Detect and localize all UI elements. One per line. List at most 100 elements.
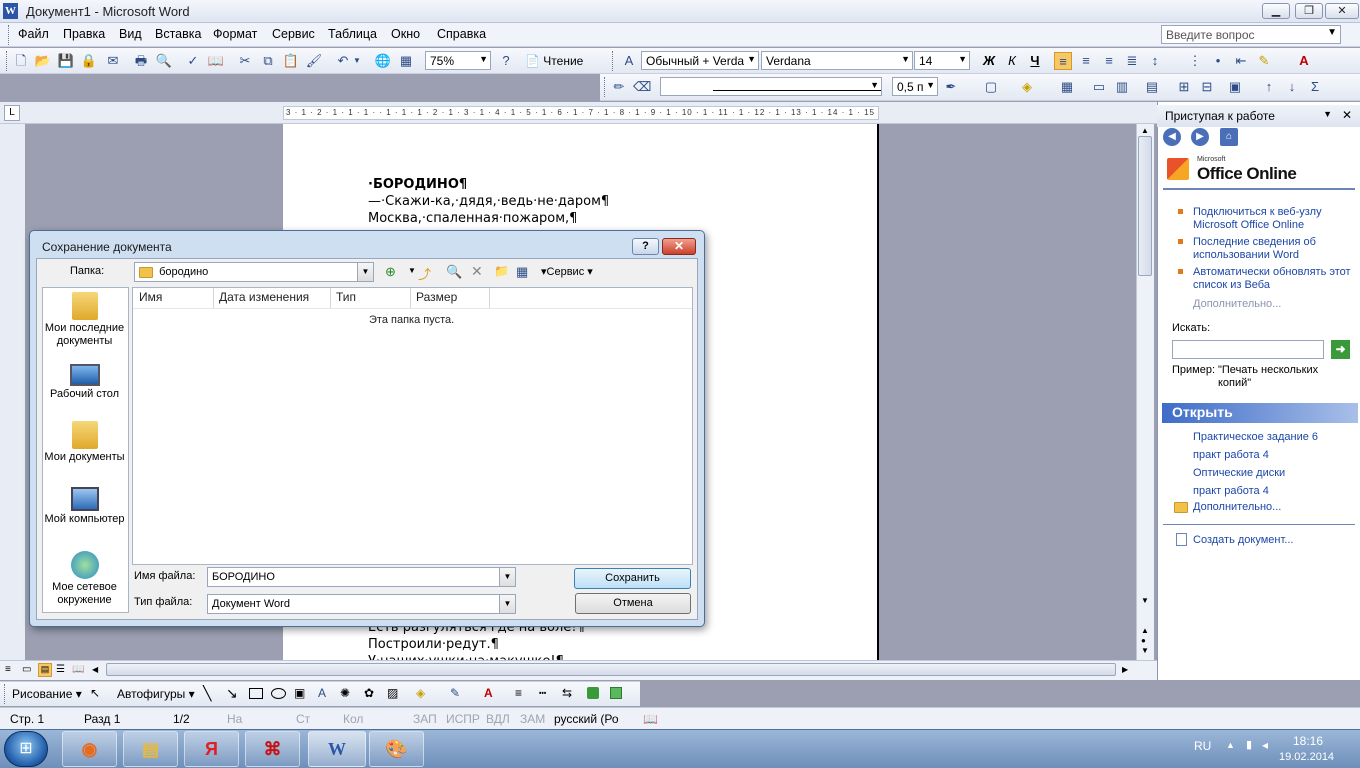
arrow-style-icon[interactable]: ⇆	[562, 686, 572, 700]
chevron-down-icon[interactable]: ▼	[1323, 109, 1332, 119]
menu-file[interactable]: Файл	[18, 27, 49, 41]
network-icon[interactable]: ▮	[1246, 738, 1252, 751]
vertical-scroll-thumb[interactable]	[1138, 136, 1152, 276]
zoom-combo[interactable]: 75% ▼	[425, 51, 491, 70]
horizontal-ruler[interactable]: 3 · 1 · 2 · 1 · 1 · 1 · · 1 · 1 · 1 · 2 …	[283, 106, 879, 120]
recent-file[interactable]: Практическое задание 6	[1193, 431, 1353, 444]
column-separator[interactable]	[489, 288, 490, 308]
hyperlink-icon[interactable]: 🌐	[374, 52, 392, 70]
textbox-icon[interactable]: ▣	[294, 686, 305, 700]
close-button[interactable]: ✕	[1325, 3, 1359, 19]
cancel-button[interactable]: Отмена	[575, 593, 691, 614]
draw-menu-button[interactable]: Рисование ▾	[12, 687, 82, 701]
format-painter-icon[interactable]: 🖌	[305, 52, 323, 70]
align-cell-icon[interactable]: ▤	[1143, 78, 1161, 96]
new-document-icon[interactable]: 🗋	[12, 52, 30, 70]
recent-file[interactable]: практ работа 4	[1193, 485, 1353, 498]
language-indicator[interactable]: RU	[1194, 739, 1211, 753]
delete-icon[interactable]: ✕	[471, 263, 483, 280]
menu-insert[interactable]: Вставка	[155, 27, 201, 41]
maximize-button[interactable]: ❐	[1295, 3, 1323, 19]
research-icon[interactable]: 📖	[207, 52, 225, 70]
undo-icon[interactable]: ↶	[334, 52, 352, 70]
line-icon[interactable]: ╲	[203, 685, 211, 702]
link-latest-news[interactable]: Последние сведения об использовании Word	[1193, 236, 1353, 262]
paste-icon[interactable]: 📋	[282, 52, 300, 70]
chevron-down-icon[interactable]: ▼	[870, 80, 879, 90]
border-color-icon[interactable]: ✒	[942, 78, 960, 96]
autoshapes-button[interactable]: Автофигуры ▾	[117, 687, 195, 701]
link-office-online[interactable]: Подключиться к веб-узлу Microsoft Office…	[1193, 206, 1353, 232]
cut-icon[interactable]: ✂	[236, 52, 254, 70]
3d-style-icon[interactable]	[610, 687, 622, 699]
insert-table-icon[interactable]: ▦	[1058, 78, 1076, 96]
autoformat-icon[interactable]: ▣	[1226, 78, 1244, 96]
link-more[interactable]: Дополнительно...	[1193, 298, 1353, 311]
recent-file[interactable]: Оптические диски	[1193, 467, 1353, 480]
scroll-up-icon[interactable]: ▲	[1141, 126, 1149, 135]
spelling-status-icon[interactable]: 📖	[643, 712, 658, 726]
horizontal-scroll-thumb[interactable]	[106, 663, 1116, 676]
split-cells-icon[interactable]: ▥	[1113, 78, 1131, 96]
arrow-icon[interactable]: ↘	[226, 685, 238, 702]
dialog-close-button[interactable]: ✕	[662, 238, 696, 255]
line-weight-combo[interactable]: 0,5 п ▼	[892, 77, 938, 96]
status-ext[interactable]: ВДЛ	[486, 712, 510, 726]
justify-icon[interactable]: ≣	[1123, 52, 1141, 70]
scroll-left-icon[interactable]: ◀	[92, 665, 98, 674]
select-browse-object-icon[interactable]: ●	[1141, 636, 1146, 645]
print-preview-icon[interactable]: 🔍	[155, 52, 173, 70]
sort-desc-icon[interactable]: ↓	[1283, 78, 1301, 96]
style-combo[interactable]: Обычный + Verda ▼	[641, 51, 759, 70]
menu-tools[interactable]: Сервис	[272, 27, 315, 41]
place-recent[interactable]: Мои последние документы	[42, 292, 127, 348]
dialog-help-button[interactable]: ?	[632, 238, 659, 255]
filetype-select[interactable]: Документ Word ▼	[207, 594, 516, 614]
place-desktop[interactable]: Рабочий стол	[42, 364, 127, 401]
underline-button[interactable]: Ч	[1026, 52, 1044, 70]
copy-icon[interactable]: ⧉	[259, 52, 277, 70]
place-network[interactable]: Мое сетевое окружение	[42, 551, 127, 607]
chevron-down-icon[interactable]: ▼	[958, 54, 967, 64]
menu-format[interactable]: Формат	[213, 27, 257, 41]
distribute-columns-icon[interactable]: ⊟	[1198, 78, 1216, 96]
shading-icon[interactable]: ◈	[1018, 78, 1036, 96]
reading-mode-button[interactable]: 📄 Чтение	[525, 52, 585, 70]
rectangle-icon[interactable]	[249, 688, 263, 699]
chevron-down-icon[interactable]: ▼	[408, 266, 416, 275]
word-taskbar-icon[interactable]: W	[308, 731, 366, 767]
print-layout-view-icon[interactable]: ▤	[38, 663, 52, 677]
font-size-combo[interactable]: 14 ▼	[914, 51, 970, 70]
line-spacing-icon[interactable]: ↕	[1146, 52, 1164, 70]
create-document-link[interactable]: Создать документ...	[1193, 534, 1353, 547]
yandex-taskbar-icon[interactable]: Я	[184, 731, 239, 767]
font-combo[interactable]: Verdana ▼	[761, 51, 913, 70]
office-online-logo[interactable]: Microsoft Office Online	[1163, 150, 1355, 190]
bullets-icon[interactable]: •	[1209, 52, 1227, 70]
align-left-icon[interactable]: ≡	[1054, 52, 1072, 70]
help-icon[interactable]: ?	[497, 52, 515, 70]
italic-button[interactable]: К	[1003, 52, 1021, 70]
line-color-icon[interactable]: ✎	[450, 686, 460, 700]
menu-view[interactable]: Вид	[119, 27, 142, 41]
decrease-indent-icon[interactable]: ⇤	[1232, 52, 1250, 70]
normal-view-icon[interactable]: ≡	[5, 664, 11, 675]
column-separator[interactable]	[213, 288, 214, 308]
close-icon[interactable]: ✕	[1342, 108, 1352, 122]
scroll-right-icon[interactable]: ▶	[1122, 665, 1128, 674]
web-view-icon[interactable]: ▭	[22, 664, 31, 675]
dash-style-icon[interactable]: ┅	[539, 686, 546, 700]
file-list[interactable]	[132, 287, 693, 565]
menu-help[interactable]: Справка	[437, 27, 486, 41]
distribute-rows-icon[interactable]: ⊞	[1175, 78, 1193, 96]
clipart-icon[interactable]: ✿	[364, 686, 374, 700]
line-style-combo[interactable]: ▼	[660, 77, 882, 96]
menu-table[interactable]: Таблица	[328, 27, 377, 41]
clock-time[interactable]: 18:16	[1293, 734, 1323, 748]
diagram-icon[interactable]: ✺	[340, 686, 350, 700]
picture-icon[interactable]: ▨	[387, 686, 398, 700]
highlight-icon[interactable]: ✎	[1255, 52, 1273, 70]
status-ovr[interactable]: ЗАМ	[520, 712, 545, 726]
place-my-documents[interactable]: Мои документы	[42, 421, 127, 464]
line-style-icon[interactable]: ≡	[515, 686, 522, 700]
